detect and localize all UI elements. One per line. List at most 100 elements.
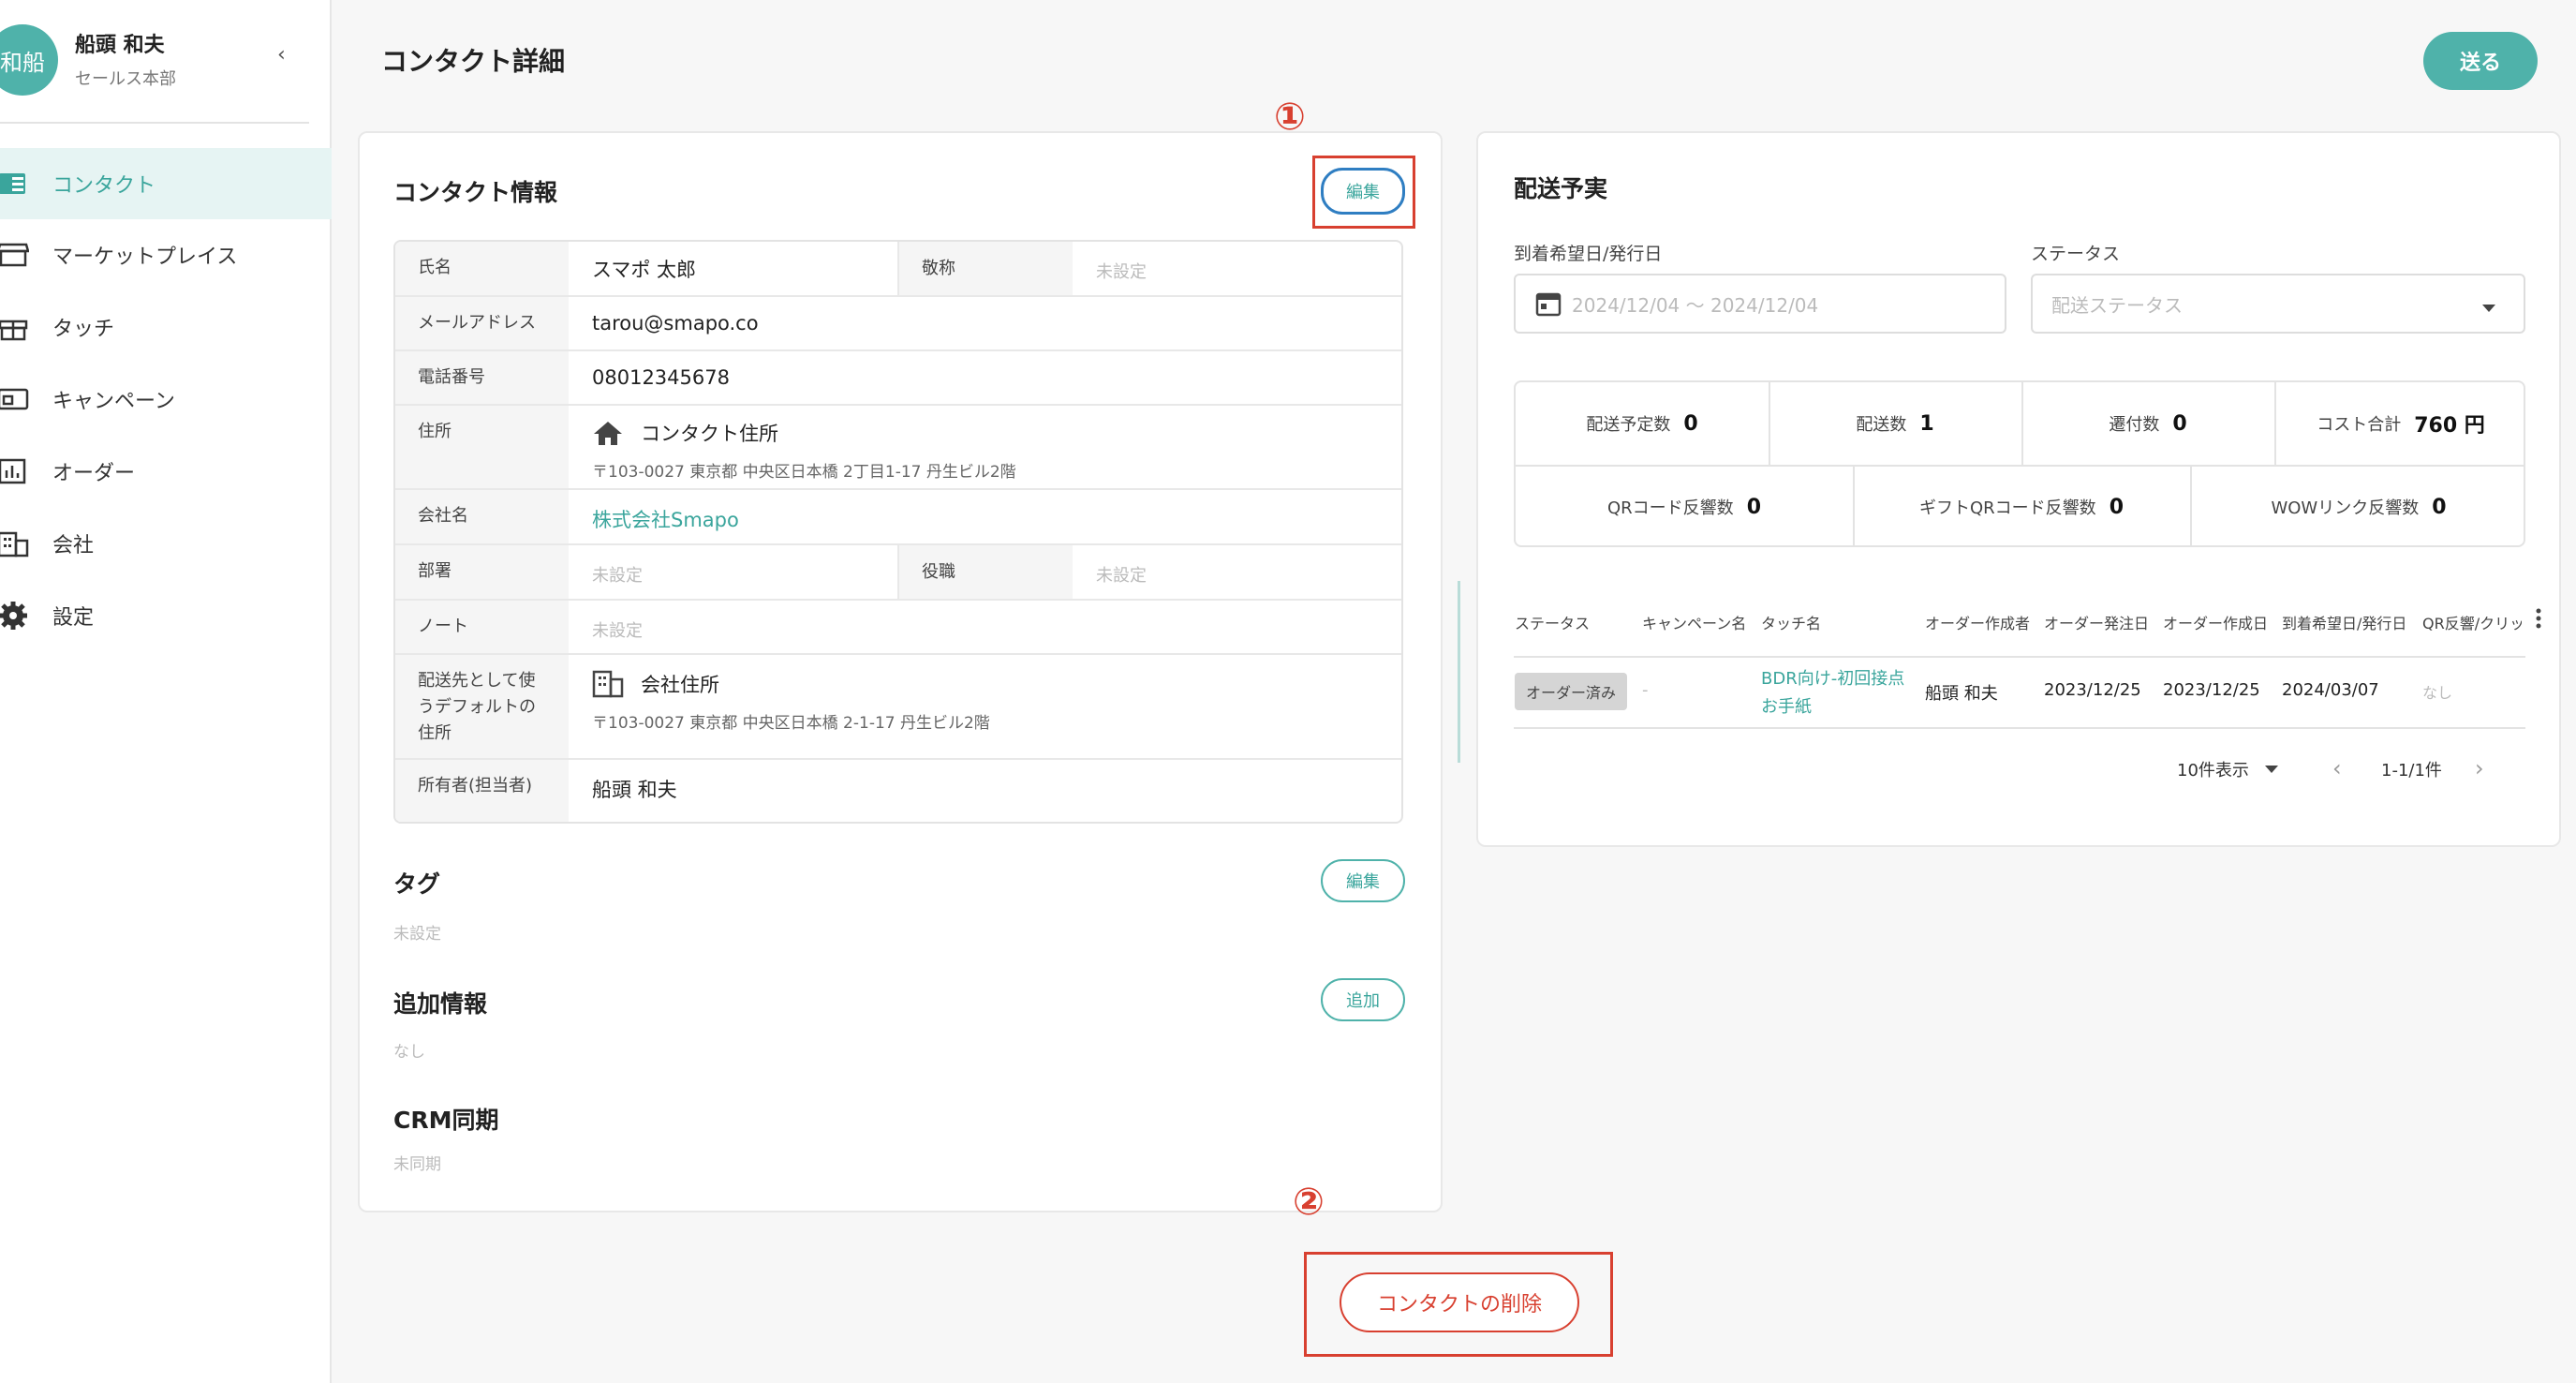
delete-contact-button[interactable]: コンタクトの削除 (1340, 1272, 1579, 1332)
annotation-two: ② (1293, 1181, 1325, 1224)
caret-down-icon (2480, 296, 2497, 319)
honorific-value: 未設定 (1096, 262, 1147, 282)
default-address-title: 会社住所 (641, 674, 719, 696)
column-header-qr[interactable]: QR反響/クリッ (2422, 611, 2522, 633)
campaign-icon (0, 384, 32, 414)
department-label: 部署 (395, 545, 569, 599)
stat-wow-link: WOWリンク反響数 0 (2190, 467, 2527, 547)
stat-gift-qr: ギフトQRコード反響数 0 (1853, 467, 2190, 547)
phone-label: 電話番号 (395, 351, 569, 404)
sidebar-item-campaign[interactable]: キャンペーン (0, 364, 332, 435)
tags-value: 未設定 (393, 925, 441, 944)
avatar[interactable]: 和船 (0, 24, 58, 96)
sidebar-item-label: コンタクト (52, 174, 156, 198)
more-vertical-icon[interactable] (2535, 607, 2542, 630)
send-button[interactable]: 送る (2423, 32, 2538, 90)
sidebar-item-order[interactable]: オーダー (0, 436, 332, 507)
per-page-select[interactable]: 10件表示 (2177, 757, 2279, 781)
company-link[interactable]: 株式会社Smapo (592, 505, 739, 533)
delivery-title: 配送予実 (1514, 175, 1608, 202)
contact-edit-button[interactable]: 編集 (1321, 168, 1405, 215)
position-value: 未設定 (1096, 566, 1147, 586)
store-icon (0, 240, 32, 270)
position-label: 役職 (899, 545, 1073, 599)
row-owner: 所有者(担当者) 船頭 和夫 (395, 760, 1401, 822)
column-header-ordered[interactable]: オーダー発注日 (2044, 611, 2149, 633)
row-company: 会社名 株式会社Smapo (395, 490, 1401, 545)
column-header-status[interactable]: ステータス (1515, 611, 1590, 633)
user-name: 船頭 和夫 (75, 34, 165, 57)
sidebar-item-company[interactable]: 会社 (0, 508, 332, 579)
address-title: コンタクト住所 (641, 423, 778, 445)
pagination-info: 1-1/1件 (2381, 761, 2442, 781)
crm-value: 未同期 (393, 1155, 441, 1174)
extra-info-add-button[interactable]: 追加 (1321, 978, 1405, 1021)
stat-value: 0 (2172, 411, 2187, 436)
sidebar-item-label: オーダー (52, 462, 136, 485)
stat-label: 配送数 (1856, 415, 1907, 435)
row-default-address: 配送先として使うデフォルトの住所 会社住所 〒103-0027 東京都 中央区日… (395, 655, 1401, 760)
calendar-icon (1534, 290, 1562, 318)
prev-page-icon[interactable]: ‹ (2332, 755, 2342, 781)
email-label: メールアドレス (395, 297, 569, 349)
building-icon (0, 528, 32, 558)
cell-campaign: - (1642, 680, 1649, 700)
contact-book-icon (0, 169, 32, 199)
row-note: ノート 未設定 (395, 601, 1401, 655)
phone-value: 08012345678 (592, 366, 730, 389)
honorific-label: 敬称 (899, 242, 1073, 295)
cell-qr: なし (2422, 684, 2453, 702)
stat-value: 0 (1683, 411, 1698, 436)
sidebar-item-contact[interactable]: コンタクト (0, 148, 332, 219)
home-icon (592, 419, 624, 451)
gift-icon (0, 312, 32, 342)
table-row-divider (1514, 727, 2525, 729)
tags-title: タグ (393, 870, 441, 898)
contact-section-title: コンタクト情報 (393, 179, 558, 206)
per-page-value: 10件表示 (2177, 761, 2249, 781)
crm-title: CRM同期 (393, 1107, 499, 1134)
status-filter-placeholder: 配送ステータス (2051, 293, 2183, 317)
stat-cost: コスト合計 760 円 (2274, 382, 2527, 465)
stat-value: 760 円 (2414, 414, 2485, 438)
chevron-left-icon[interactable]: ‹ (277, 43, 286, 67)
delivery-stats: 配送予定数 0 配送数 1 遷付数 0 コスト合計 760 円 QRコード反響数 0 ギフ… (1514, 380, 2525, 547)
row-department: 部署 未設定 役職 未設定 (395, 545, 1401, 601)
touch-link-line: BDR向け-初回接点 (1761, 669, 1905, 689)
status-filter-label: ステータス (2031, 244, 2121, 264)
tags-edit-button[interactable]: 編集 (1321, 859, 1405, 902)
column-header-arrival[interactable]: 到着希望日/発行日 (2282, 611, 2406, 633)
sidebar-item-touch[interactable]: タッチ (0, 291, 332, 363)
sidebar-divider (0, 122, 309, 124)
stat-label: コスト合計 (2317, 415, 2402, 435)
stat-delivered: 配送数 1 (1769, 382, 2021, 465)
date-range-input[interactable]: 2024/12/04 〜 2024/12/04 (1514, 274, 2006, 334)
stat-value: 0 (2109, 495, 2124, 519)
status-badge: オーダー済み (1515, 673, 1627, 710)
annotation-one: ① (1274, 96, 1306, 139)
row-name: 氏名 スマポ 太郎 敬称 未設定 (395, 242, 1401, 297)
sidebar-item-settings[interactable]: 設定 (0, 580, 332, 651)
resize-handle[interactable] (1458, 581, 1460, 763)
column-header-created[interactable]: オーダー作成日 (2163, 611, 2268, 633)
stat-label: 配送予定数 (1586, 415, 1671, 435)
caret-down-icon (2264, 765, 2279, 774)
sidebar-item-marketplace[interactable]: マーケットプレイス (0, 219, 332, 290)
gear-icon (0, 601, 32, 631)
touch-link[interactable]: BDR向け-初回接点 お手紙 (1761, 665, 1904, 718)
user-department: セールス本部 (75, 69, 176, 89)
column-header-creator[interactable]: オーダー作成者 (1925, 611, 2030, 633)
next-page-icon[interactable]: › (2475, 755, 2484, 781)
column-header-touch[interactable]: タッチ名 (1761, 611, 1821, 633)
stat-label: QRコード反響数 (1607, 498, 1734, 518)
column-header-campaign[interactable]: キャンペーン名 (1642, 611, 1746, 633)
name-label: 氏名 (395, 242, 569, 295)
status-filter-select[interactable]: 配送ステータス (2031, 274, 2525, 334)
stat-returned: 遷付数 0 (2021, 382, 2274, 465)
note-label: ノート (395, 601, 569, 653)
stat-planned: 配送予定数 0 (1516, 382, 1769, 465)
sidebar-item-label: 設定 (52, 606, 95, 630)
page-title: コンタクト詳細 (381, 46, 566, 77)
sidebar-item-label: キャンペーン (52, 390, 175, 413)
extra-info-title: 追加情報 (393, 990, 488, 1018)
